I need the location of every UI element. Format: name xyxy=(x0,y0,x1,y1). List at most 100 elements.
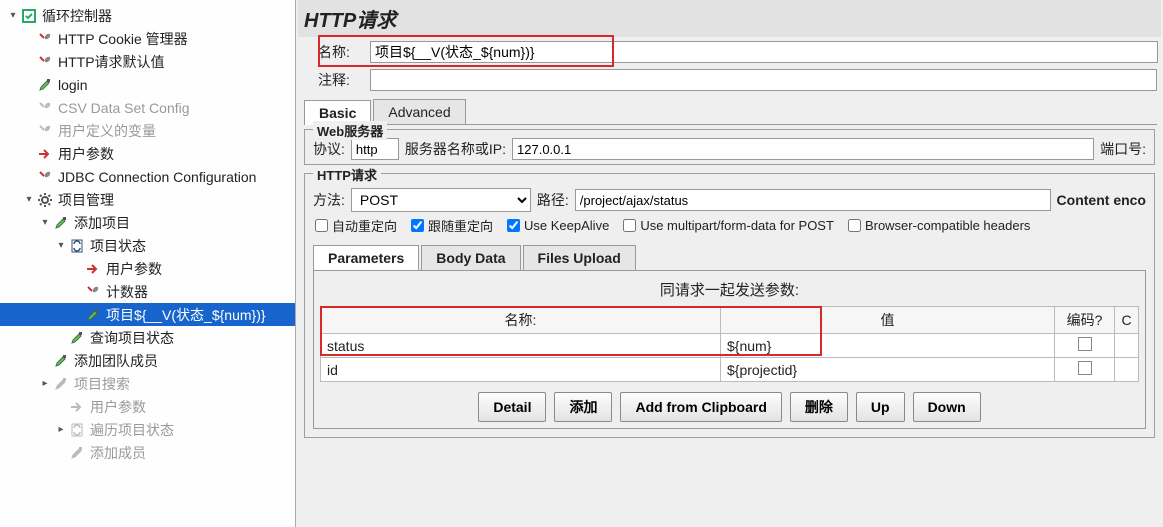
server-label: 服务器名称或IP: xyxy=(405,139,506,159)
btn-clipboard[interactable]: Add from Clipboard xyxy=(620,392,781,422)
tree-item[interactable]: 用户定义的变量 xyxy=(0,119,295,142)
tree-item[interactable]: 用户参数 xyxy=(0,142,295,165)
tree-spacer xyxy=(22,101,36,115)
comment-label: 注释: xyxy=(318,70,364,90)
btn-up[interactable]: Up xyxy=(856,392,905,422)
cell-c[interactable] xyxy=(1115,334,1139,358)
cell-value[interactable]: ${projectid} xyxy=(721,358,1055,382)
path-input[interactable] xyxy=(575,189,1051,211)
col-value: 值 xyxy=(721,307,1055,334)
tree-item[interactable]: ▾ 项目管理 xyxy=(0,188,295,211)
table-row[interactable]: id ${projectid} xyxy=(321,358,1139,382)
tab-files-upload[interactable]: Files Upload xyxy=(523,245,636,270)
tree-item[interactable]: ▾添加项目 xyxy=(0,211,295,234)
tree-item-label: 用户参数 xyxy=(56,144,114,164)
tree-item-label: JDBC Connection Configuration xyxy=(56,169,256,185)
wrench-icon xyxy=(36,30,54,48)
wrench-icon xyxy=(36,122,54,140)
tree-item[interactable]: 添加成员 xyxy=(0,441,295,464)
params-title: 同请求一起发送参数: xyxy=(314,273,1145,306)
tree-item[interactable]: login xyxy=(0,73,295,96)
tree-spacer xyxy=(54,400,68,414)
wrench-icon xyxy=(36,53,54,71)
btn-down[interactable]: Down xyxy=(913,392,981,422)
server-input[interactable] xyxy=(512,138,1094,160)
param-tabs: Parameters Body Data Files Upload xyxy=(313,245,1140,270)
loopdoc-icon xyxy=(68,237,86,255)
cb-autoredirect[interactable]: 自动重定向 xyxy=(315,216,397,235)
checkbox-icon[interactable] xyxy=(1078,361,1092,375)
expand-closed-icon[interactable]: ▸ xyxy=(54,423,68,437)
port-label: 端口号: xyxy=(1100,139,1146,159)
tree-spacer xyxy=(22,78,36,92)
component-tree[interactable]: ▾循环控制器 HTTP Cookie 管理器 HTTP请求默认值 login C… xyxy=(0,0,296,527)
wrench-icon xyxy=(36,168,54,186)
tree-item[interactable]: ▾ 项目状态 xyxy=(0,234,295,257)
dropper-icon xyxy=(84,306,102,324)
col-c: C xyxy=(1115,307,1139,334)
dropper-icon xyxy=(68,329,86,347)
cb-browser[interactable]: Browser-compatible headers xyxy=(848,218,1030,233)
cb-multipart[interactable]: Use multipart/form-data for POST xyxy=(623,218,834,233)
arrow-icon xyxy=(68,398,86,416)
tree-item[interactable]: 项目${__V(状态_${num})} xyxy=(0,303,295,326)
tree-item-label: HTTP Cookie 管理器 xyxy=(56,29,188,49)
tab-parameters[interactable]: Parameters xyxy=(313,245,419,270)
tree-item[interactable]: 添加团队成员 xyxy=(0,349,295,372)
tree-spacer xyxy=(38,354,52,368)
tree-item[interactable]: ▾循环控制器 xyxy=(0,4,295,27)
tree-spacer xyxy=(22,124,36,138)
panel-title: HTTP请求 xyxy=(298,0,1161,37)
web-server-group: Web服务器 协议: 服务器名称或IP: 端口号: xyxy=(304,129,1155,165)
btn-add[interactable]: 添加 xyxy=(554,392,612,422)
tree-item-label: 遍历项目状态 xyxy=(88,420,174,440)
checkbox-icon[interactable] xyxy=(1078,337,1092,351)
tree-item-label: 查询项目状态 xyxy=(88,328,174,348)
name-label: 名称: xyxy=(318,42,364,62)
wrench-icon xyxy=(84,283,102,301)
name-input[interactable] xyxy=(370,41,1158,63)
method-select[interactable]: POST xyxy=(351,188,531,212)
cell-name[interactable]: status xyxy=(321,334,721,358)
content-encoding-label: Content enco xyxy=(1057,192,1146,208)
tree-item[interactable]: 用户参数 xyxy=(0,257,295,280)
params-highlight: 名称: 值 编码? C status ${num} id ${projectid… xyxy=(314,306,1145,382)
tree-item[interactable]: ▸ 遍历项目状态 xyxy=(0,418,295,441)
protocol-input[interactable] xyxy=(351,138,399,160)
col-name: 名称: xyxy=(321,307,721,334)
cell-encode[interactable] xyxy=(1055,358,1115,382)
tree-item-label: 用户参数 xyxy=(88,397,146,417)
tree-item[interactable]: HTTP请求默认值 xyxy=(0,50,295,73)
table-row[interactable]: status ${num} xyxy=(321,334,1139,358)
tree-item[interactable]: JDBC Connection Configuration xyxy=(0,165,295,188)
tree-item[interactable]: HTTP Cookie 管理器 xyxy=(0,27,295,50)
tree-item-label: CSV Data Set Config xyxy=(56,100,190,116)
expand-open-icon[interactable]: ▾ xyxy=(6,9,20,23)
loop-icon xyxy=(20,7,38,25)
btn-delete[interactable]: 删除 xyxy=(790,392,848,422)
dropper-icon xyxy=(52,214,70,232)
btn-detail[interactable]: Detail xyxy=(478,392,546,422)
expand-open-icon[interactable]: ▾ xyxy=(54,239,68,253)
comment-input[interactable] xyxy=(370,69,1157,91)
cell-name[interactable]: id xyxy=(321,358,721,382)
params-table[interactable]: 名称: 值 编码? C status ${num} id ${projectid… xyxy=(320,306,1139,382)
expand-closed-icon[interactable]: ▸ xyxy=(38,377,52,391)
tab-body-data[interactable]: Body Data xyxy=(421,245,520,270)
expand-open-icon[interactable]: ▾ xyxy=(38,216,52,230)
cb-followredirect[interactable]: 跟随重定向 xyxy=(411,216,493,235)
cell-value[interactable]: ${num} xyxy=(721,334,1055,358)
tree-item-label: 项目状态 xyxy=(88,236,146,256)
editor-panel: HTTP请求 名称: 注释: Basic Advanced Web服务器 协议:… xyxy=(296,0,1163,527)
tree-item[interactable]: 查询项目状态 xyxy=(0,326,295,349)
tree-spacer xyxy=(54,331,68,345)
tree-item[interactable]: ▸项目搜索 xyxy=(0,372,295,395)
expand-open-icon[interactable]: ▾ xyxy=(22,193,36,207)
tree-item[interactable]: 计数器 xyxy=(0,280,295,303)
tree-item[interactable]: CSV Data Set Config xyxy=(0,96,295,119)
cell-encode[interactable] xyxy=(1055,334,1115,358)
tree-item[interactable]: 用户参数 xyxy=(0,395,295,418)
cb-keepalive[interactable]: Use KeepAlive xyxy=(507,218,609,233)
tree-item-label: 项目管理 xyxy=(56,190,114,210)
cell-c[interactable] xyxy=(1115,358,1139,382)
